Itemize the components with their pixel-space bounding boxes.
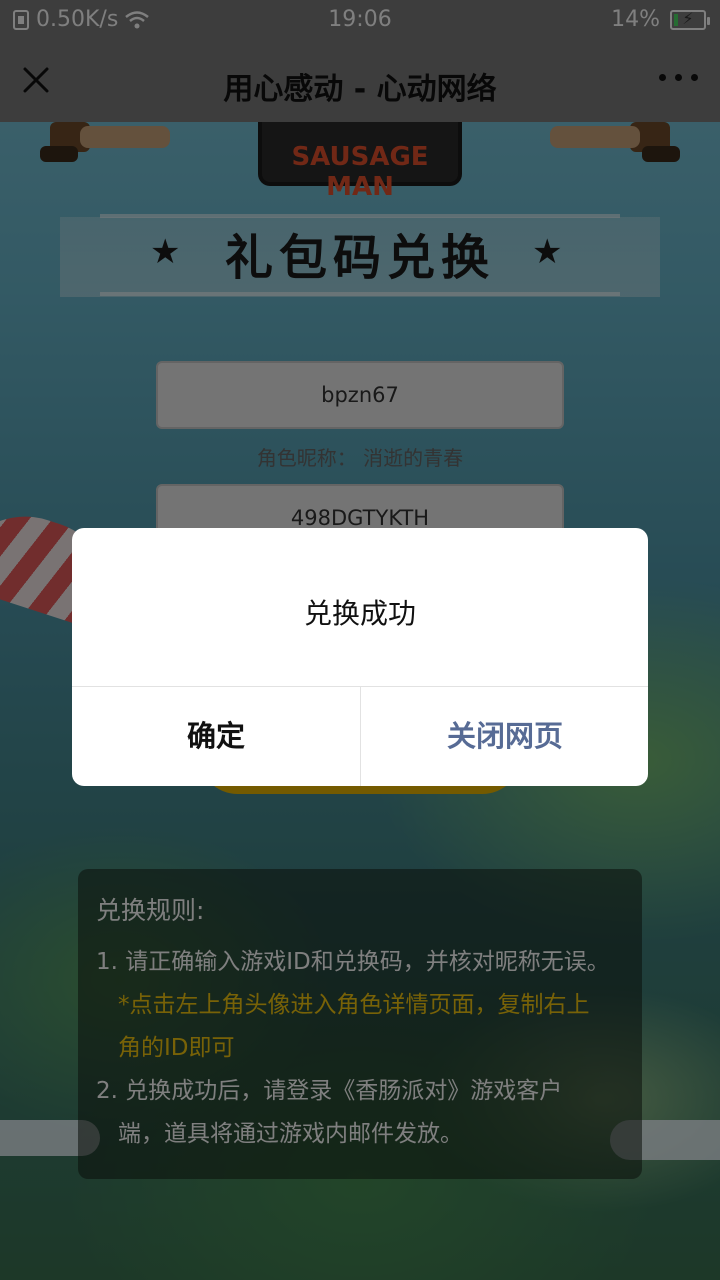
close-webpage-button[interactable]: 关闭网页 <box>361 687 648 786</box>
success-dialog: 兑换成功 确定 关闭网页 <box>72 528 648 786</box>
dialog-message: 兑换成功 <box>303 597 416 630</box>
confirm-button[interactable]: 确定 <box>72 687 360 786</box>
